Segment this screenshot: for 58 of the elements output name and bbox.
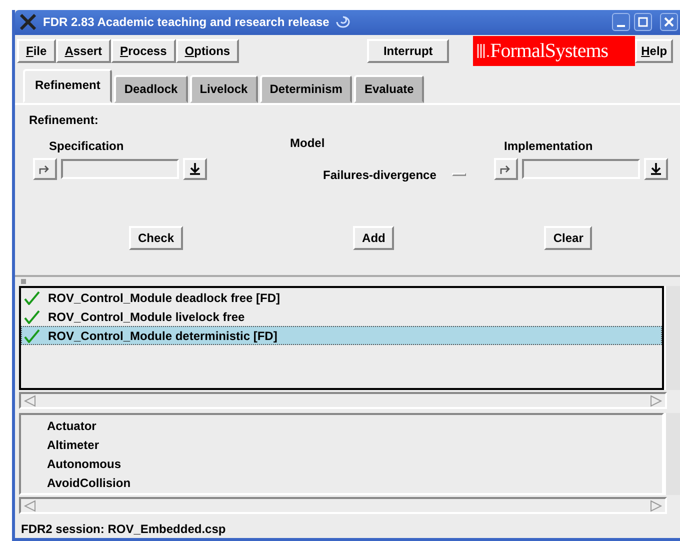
down-arrow-icon bbox=[189, 162, 201, 176]
field-label: Specification bbox=[48, 138, 125, 155]
clear-button[interactable]: Clear bbox=[544, 226, 592, 250]
assertion-row[interactable]: ROV_Control_Module deadlock free [FD] bbox=[21, 288, 662, 307]
add-button[interactable]: Add bbox=[353, 226, 394, 250]
assertion-text: ROV_Control_Module livelock free bbox=[48, 308, 245, 326]
process-name[interactable]: AvoidCollision bbox=[47, 476, 131, 490]
minimize-button[interactable] bbox=[612, 13, 630, 32]
implementation-field[interactable] bbox=[522, 158, 640, 179]
right-arrow-icon[interactable] bbox=[649, 500, 663, 512]
menu-item[interactable]: File bbox=[17, 39, 56, 64]
download-button[interactable] bbox=[183, 158, 207, 180]
vertical-scrollbar[interactable] bbox=[664, 413, 680, 495]
specification-field[interactable] bbox=[61, 158, 179, 179]
maximize-button[interactable] bbox=[634, 13, 652, 32]
horizontal-scrollbar[interactable] bbox=[19, 497, 667, 514]
arrow-button[interactable] bbox=[494, 158, 518, 180]
left-arrow-icon[interactable] bbox=[23, 500, 37, 512]
vertical-scrollbar[interactable] bbox=[664, 286, 680, 390]
close-button[interactable] bbox=[660, 13, 678, 32]
section-heading: Refinement: bbox=[29, 112, 100, 129]
tab[interactable]: Deadlock bbox=[114, 74, 188, 103]
process-name[interactable]: Autonomous bbox=[47, 457, 121, 471]
session-status-text: FDR2 session: ROV_Embedded.csp bbox=[21, 522, 226, 536]
tab[interactable]: Livelock bbox=[190, 74, 258, 103]
window-title: FDR 2.83 Academic teaching and research release bbox=[43, 14, 330, 32]
maximize-icon bbox=[638, 17, 648, 28]
menu-item[interactable]: Options bbox=[176, 39, 240, 64]
left-arrow-icon[interactable] bbox=[23, 394, 37, 406]
model-value: Failures-divergence bbox=[323, 166, 436, 184]
menu-item[interactable]: Process bbox=[111, 39, 176, 64]
swirl-icon bbox=[335, 15, 352, 30]
tab[interactable]: Evaluate bbox=[354, 74, 424, 103]
assertion-row[interactable]: ROV_Control_Module deterministic [FD] bbox=[21, 326, 662, 345]
option-menu-indicator-icon[interactable] bbox=[452, 173, 466, 176]
assertion-row[interactable]: ROV_Control_Module livelock free bbox=[21, 307, 662, 326]
formal-systems-logo: FormalSystems bbox=[473, 36, 636, 66]
pane-handle-icon[interactable] bbox=[21, 279, 26, 284]
field-label: Model bbox=[289, 134, 326, 152]
process-name[interactable]: Altimeter bbox=[47, 438, 100, 452]
close-icon bbox=[664, 17, 674, 28]
tab[interactable]: Determinism bbox=[260, 74, 352, 103]
menu-item[interactable]: Assert bbox=[56, 39, 112, 64]
check-button[interactable]: Check bbox=[129, 226, 184, 250]
x-logo-icon bbox=[19, 14, 37, 30]
right-arrow-icon[interactable] bbox=[649, 394, 663, 406]
field-label: Implementation bbox=[503, 138, 594, 155]
horizontal-scrollbar[interactable] bbox=[19, 392, 667, 409]
help-menu[interactable]: Help bbox=[635, 39, 674, 64]
tab[interactable]: Refinement bbox=[23, 68, 112, 103]
download-button[interactable] bbox=[644, 158, 668, 180]
down-arrow-icon bbox=[650, 162, 662, 176]
minimize-icon bbox=[617, 25, 625, 28]
assertion-text: ROV_Control_Module deadlock free [FD] bbox=[48, 290, 280, 306]
arrow-button[interactable] bbox=[33, 158, 57, 180]
process-name[interactable]: Actuator bbox=[47, 419, 96, 433]
assertion-text: ROV_Control_Module deterministic [FD] bbox=[48, 328, 278, 344]
interrupt-button[interactable]: Interrupt bbox=[367, 39, 450, 64]
